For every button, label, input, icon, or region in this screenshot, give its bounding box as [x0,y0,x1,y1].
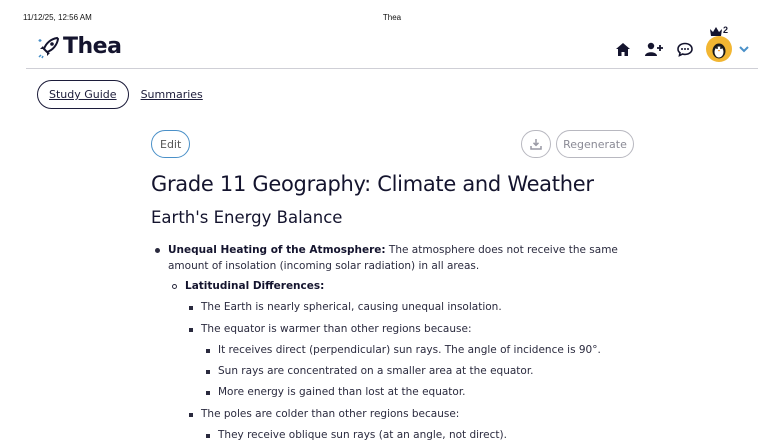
top-navbar: Thea 2 [26,25,758,69]
download-icon [530,139,542,150]
nav-actions: 2 [601,25,750,64]
crown-icon [710,27,722,36]
chevron-down-icon[interactable] [738,43,750,55]
study-guide-document: Grade 11 Geography: Climate and Weather … [151,172,641,441]
print-title: Thea [382,13,402,22]
bullet-square [206,434,210,438]
crown-count: 2 [723,25,729,35]
add-user-icon[interactable] [645,40,663,58]
user-avatar-menu[interactable]: 2 [706,25,732,62]
item-heading: Unequal Heating of the Atmosphere: [168,244,386,256]
document-title: Grade 11 Geography: Climate and Weather [151,172,594,196]
edit-button[interactable]: Edit [151,130,191,158]
document-toolbar: Edit Regenerate [151,130,634,158]
section-heading: Earth's Energy Balance [151,208,343,227]
bullet-square [206,370,210,374]
app-logo[interactable]: Thea [37,34,122,59]
sub-heading: Latitudinal Differences: [185,280,325,292]
view-tabs: Study Guide Summaries [37,80,203,109]
regenerate-button[interactable]: Regenerate [556,130,634,158]
list-item: More energy is gained than lost at the e… [218,386,466,398]
bullet-square [189,328,193,332]
bullet-square [206,349,210,353]
penguin-icon [712,43,726,59]
tab-summaries[interactable]: Summaries [141,88,203,101]
bullet-disc [155,248,160,253]
list-item: The Earth is nearly spherical, causing u… [201,301,502,313]
bullet-square [189,413,193,417]
app-name: Thea [63,34,122,59]
list-item: Sun rays are concentrated on a smaller a… [218,365,534,377]
list-item: They receive oblique sun rays (at an ang… [218,429,507,441]
bullet-circle [172,284,177,289]
home-icon[interactable] [614,40,632,58]
list-item: The equator is warmer than other regions… [201,323,472,335]
bullet-square [206,391,210,395]
tab-study-guide[interactable]: Study Guide [37,80,129,109]
rocket-logo-icon [38,36,60,58]
download-button[interactable] [521,130,551,158]
list-item: It receives direct (perpendicular) sun r… [218,344,601,356]
bullet-square [189,306,193,310]
avatar [706,36,732,62]
print-header: 11/12/25, 12:56 AM Thea [0,0,784,24]
chat-icon[interactable] [676,40,694,58]
list-item: The poles are colder than other regions … [201,408,460,420]
list-item: Unequal Heating of the Atmosphere: The a… [168,242,628,274]
